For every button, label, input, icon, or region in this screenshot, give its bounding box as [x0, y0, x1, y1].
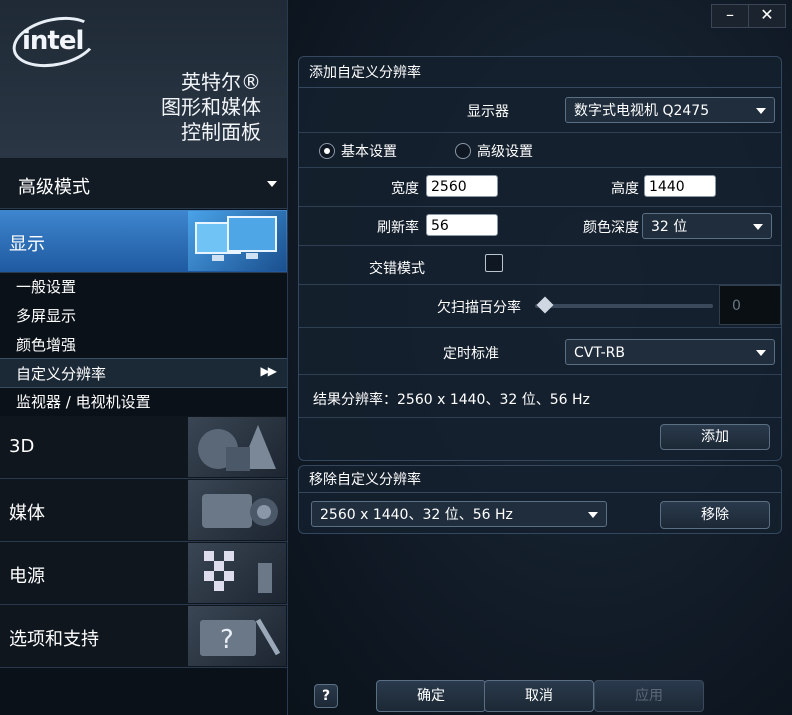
refresh-rate-label: 刷新率 — [377, 220, 419, 236]
panel-title: 添加自定义分辨率 — [299, 57, 781, 88]
sidebar-subitem-label: 颜色增强 — [16, 336, 77, 354]
refresh-rate-input[interactable]: 56 — [426, 214, 498, 236]
sidebar-item-3d[interactable]: 3D — [0, 416, 287, 479]
sidebar-item-label: 3D — [9, 436, 35, 457]
main-content: – ✕ 添加自定义分辨率 显示器 数字式电视机 Q2475 基本设置 高级设置 … — [288, 0, 792, 715]
sidebar-subitem-color[interactable]: 颜色增强 — [0, 330, 287, 358]
display-label: 显示器 — [467, 104, 509, 120]
underscan-value: 0 — [719, 285, 781, 325]
sidebar-subitem-label: 自定义分辨率 — [16, 365, 107, 383]
result-resolution-text: 结果分辨率：2560 x 1440、32 位、56 Hz — [313, 392, 590, 408]
remove-custom-resolution-panel: 移除自定义分辨率 2560 x 1440、32 位、56 Hz 移除 — [298, 465, 782, 534]
sidebar-item-label: 电源 — [9, 566, 45, 587]
width-input[interactable]: 2560 — [426, 175, 498, 197]
timing-standard-label: 定时标准 — [443, 346, 499, 362]
remove-resolution-select[interactable]: 2560 x 1440、32 位、56 Hz — [311, 501, 607, 527]
sidebar-item-display[interactable]: 显示 — [0, 210, 287, 273]
app-title: 英特尔® 图形和媒体 控制面板 — [161, 70, 261, 145]
minimize-button[interactable]: – — [711, 4, 749, 28]
underscan-row: 欠扫描百分率 0 — [299, 285, 781, 328]
color-depth-select[interactable]: 32 位 — [642, 213, 772, 239]
remove-button[interactable]: 移除 — [660, 501, 770, 529]
display-monitors-icon — [188, 211, 286, 271]
color-depth-value: 32 位 — [651, 219, 688, 235]
3d-shapes-icon — [188, 417, 286, 477]
sidebar-subitem-multi-display[interactable]: 多屏显示 — [0, 301, 287, 329]
help-button[interactable]: ? — [314, 684, 338, 708]
close-button[interactable]: ✕ — [748, 4, 786, 28]
height-input[interactable]: 1440 — [644, 175, 716, 197]
chevron-down-icon — [588, 512, 598, 518]
height-label: 高度 — [611, 181, 639, 197]
basic-settings-radio[interactable] — [319, 143, 335, 159]
size-row: 宽度 2560 高度 1440 — [299, 168, 781, 207]
mode-dropdown[interactable]: 高级模式 — [0, 158, 287, 209]
sidebar-item-power[interactable]: 电源 — [0, 542, 287, 605]
apply-button[interactable]: 应用 — [594, 680, 704, 712]
underscan-slider-track[interactable] — [535, 304, 713, 308]
sidebar-subitem-general[interactable]: 一般设置 — [0, 272, 287, 300]
add-custom-resolution-panel: 添加自定义分辨率 显示器 数字式电视机 Q2475 基本设置 高级设置 宽度 2… — [298, 56, 782, 461]
svg-text:?: ? — [220, 625, 234, 655]
refresh-depth-row: 刷新率 56 颜色深度 32 位 — [299, 207, 781, 246]
ok-button[interactable]: 确定 — [376, 680, 486, 712]
chevron-down-icon — [267, 181, 277, 187]
advanced-settings-radio[interactable] — [455, 143, 471, 159]
sidebar-item-media[interactable]: 媒体 — [0, 479, 287, 542]
double-arrow-right-icon: ▶▶ — [260, 364, 278, 378]
sidebar-item-label: 媒体 — [9, 503, 45, 524]
chevron-down-icon — [756, 108, 766, 114]
window-controls: – ✕ — [711, 4, 786, 28]
panel-title: 移除自定义分辨率 — [299, 466, 781, 493]
sidebar-item-label: 显示 — [9, 234, 45, 255]
remove-resolution-value: 2560 x 1440、32 位、56 Hz — [320, 507, 513, 523]
timing-row: 定时标准 CVT-RB — [299, 328, 781, 375]
sidebar-subitem-custom-resolution[interactable]: 自定义分辨率 ▶▶ — [0, 358, 287, 388]
underscan-label: 欠扫描百分率 — [437, 300, 521, 316]
app-title-line-3: 控制面板 — [181, 120, 261, 144]
chevron-down-icon — [756, 350, 766, 356]
display-select-value: 数字式电视机 Q2475 — [574, 103, 710, 119]
add-button[interactable]: 添加 — [660, 424, 770, 450]
sidebar-item-label: 选项和支持 — [9, 629, 99, 650]
interlace-checkbox[interactable] — [485, 254, 503, 272]
settings-mode-row: 基本设置 高级设置 — [299, 133, 781, 168]
sidebar-item-options-support[interactable]: 选项和支持 ? — [0, 605, 287, 668]
timing-standard-value: CVT-RB — [574, 345, 626, 361]
color-depth-label: 颜色深度 — [583, 220, 639, 236]
sidebar-subitem-label: 监视器 / 电视机设置 — [16, 393, 151, 411]
sidebar-subitem-label: 一般设置 — [16, 278, 77, 296]
cancel-button[interactable]: 取消 — [484, 680, 594, 712]
help-toolbox-icon: ? — [188, 606, 286, 666]
advanced-settings-label: 高级设置 — [477, 144, 533, 160]
header-branding: intel 英特尔® 图形和媒体 控制面板 — [0, 0, 287, 159]
app-title-line-1: 英特尔® — [181, 70, 261, 94]
media-camera-icon — [188, 480, 286, 540]
basic-settings-label: 基本设置 — [341, 144, 397, 160]
power-flags-icon — [188, 543, 286, 603]
display-select[interactable]: 数字式电视机 Q2475 — [565, 97, 775, 123]
display-row: 显示器 数字式电视机 Q2475 — [299, 88, 781, 133]
width-label: 宽度 — [391, 181, 419, 197]
result-row: 结果分辨率：2560 x 1440、32 位、56 Hz — [299, 375, 781, 418]
footer-bar: ? 确定 取消 应用 — [288, 670, 792, 715]
interlace-row: 交错模式 — [299, 246, 781, 285]
mode-label: 高级模式 — [18, 177, 90, 198]
intel-logo: intel — [22, 26, 84, 56]
chevron-down-icon — [753, 224, 763, 230]
app-title-line-2: 图形和媒体 — [161, 95, 261, 119]
sidebar-subitem-monitor-tv[interactable]: 监视器 / 电视机设置 — [0, 387, 287, 415]
sidebar-subitem-label: 多屏显示 — [16, 307, 77, 325]
intel-control-panel-window: intel 英特尔® 图形和媒体 控制面板 高级模式 显示 一般设置 多屏显示 … — [0, 0, 792, 715]
timing-standard-select[interactable]: CVT-RB — [565, 339, 775, 365]
underscan-slider-knob[interactable] — [536, 296, 554, 314]
sidebar: intel 英特尔® 图形和媒体 控制面板 高级模式 显示 一般设置 多屏显示 … — [0, 0, 288, 715]
interlace-label: 交错模式 — [369, 261, 425, 277]
